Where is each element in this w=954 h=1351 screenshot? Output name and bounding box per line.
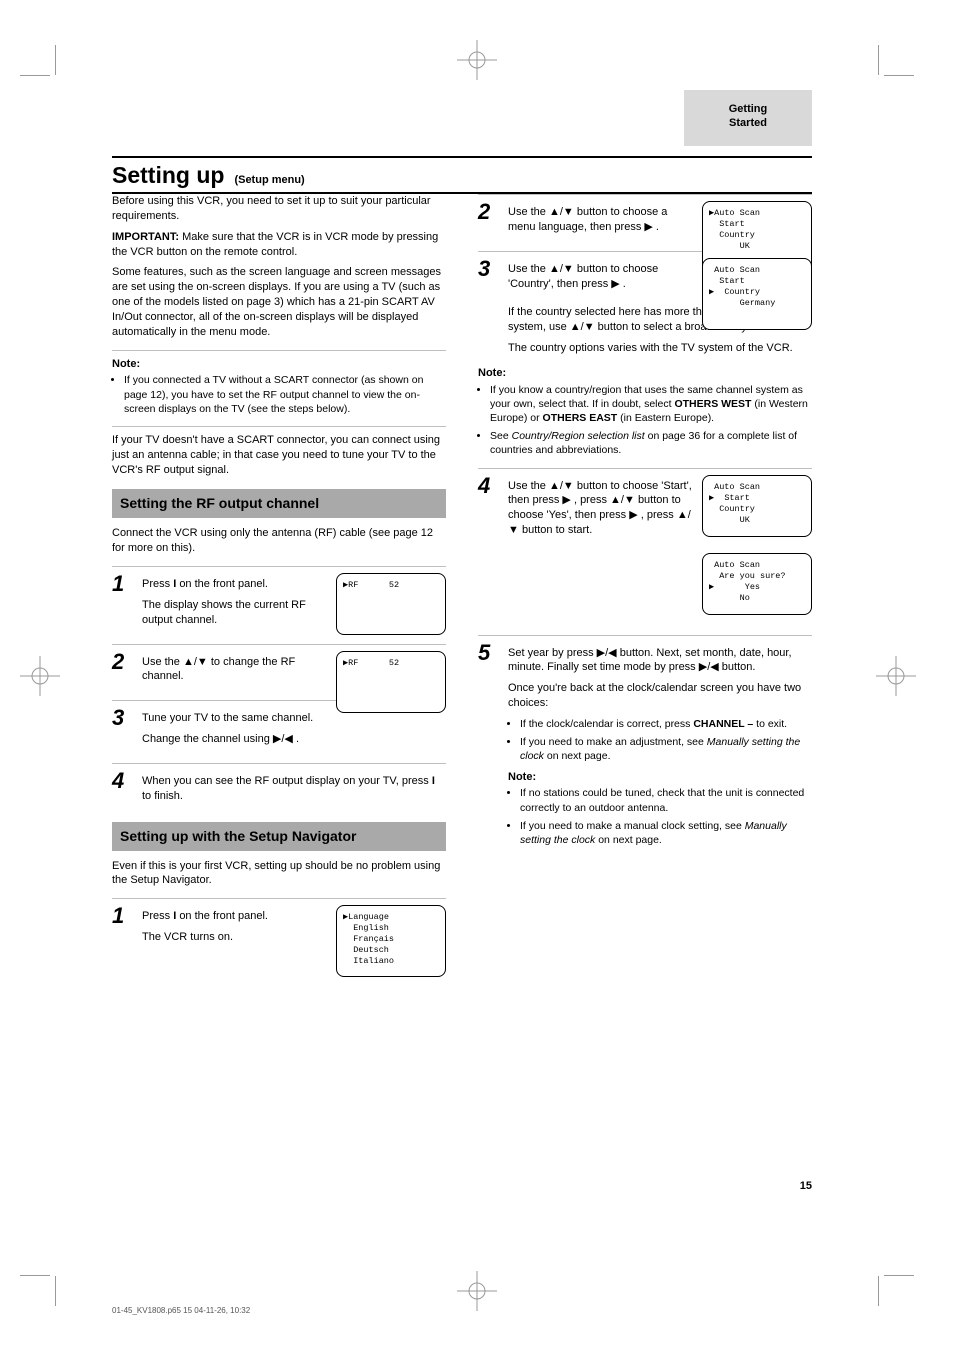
step-a3: 3 Tune your TV to the same channel. Chan… <box>112 707 446 753</box>
left-right-icon: ▶/◀ <box>699 661 719 673</box>
note-item: If you connected a TV without a SCART co… <box>124 373 446 416</box>
side-tab: Getting Started <box>684 90 812 146</box>
footer-metadata: 01-45_KV1808.p65 15 04-11-26, 10:32 <box>112 1306 250 1315</box>
step-a2: 2 Use the ▲/▼ to change the RF channel. … <box>112 651 446 691</box>
step-b3: 3 Use the ▲/▼ button to choose 'Country'… <box>478 258 812 298</box>
divider <box>112 426 446 427</box>
divider <box>112 350 446 351</box>
up-down-icon: ▲/▼ <box>549 263 574 275</box>
right-icon: ▶ <box>611 278 619 290</box>
up-down-icon: ▲/▼ <box>610 494 635 506</box>
step-a1: 1 Press I on the front panel. The displa… <box>112 573 446 634</box>
note-list: If you connected a TV without a SCART co… <box>112 373 446 416</box>
up-down-icon: ▲/▼ <box>549 480 574 492</box>
lcd-screen: ▶RF 52 <box>336 651 446 713</box>
divider <box>112 898 446 899</box>
note-item: If you know a country/region that uses t… <box>490 383 812 426</box>
divider <box>478 468 812 469</box>
section-b-header: Setting up with the Setup Navigator <box>112 822 446 851</box>
section-a-intro: Connect the VCR using only the antenna (… <box>112 526 446 556</box>
left-right-icon: ▶/◀ <box>273 733 293 745</box>
divider <box>112 566 446 567</box>
intro-p2: IMPORTANT: Make sure that the VCR is in … <box>112 230 446 260</box>
lcd-screen: ▶Language English Français Deutsch Itali… <box>336 905 446 977</box>
divider <box>478 194 812 195</box>
step-b4: 4 Use the ▲/▼ button to choose 'Start', … <box>478 475 812 625</box>
intro-p3: Some features, such as the screen langua… <box>112 265 446 339</box>
left-right-icon: ▶/◀ <box>597 647 617 659</box>
right-column: 2 Use the ▲/▼ button to choose a menu la… <box>478 194 812 955</box>
up-down-icon: ▲/▼ <box>549 206 574 218</box>
section-b-intro: Even if this is your first VCR, setting … <box>112 859 446 889</box>
divider <box>112 763 446 764</box>
right-icon: ▶ <box>562 494 570 506</box>
no-scart-para: If your TV doesn't have a SCART connecto… <box>112 433 446 478</box>
page-title: Setting up <box>112 162 224 189</box>
left-column: Before using this VCR, you need to set i… <box>112 194 446 955</box>
note-item: See Country/Region selection list on pag… <box>490 429 812 457</box>
step-b5: 5 Set year by press ▶/◀ button. Next, se… <box>478 642 812 851</box>
up-down-icon: ▲/▼ <box>183 656 208 668</box>
step-b2: 2 Use the ▲/▼ button to choose a menu la… <box>478 201 812 241</box>
tab-line1: Getting <box>684 102 812 116</box>
page-title-row: Setting up (Setup menu) <box>112 156 812 194</box>
intro-p1: Before using this VCR, you need to set i… <box>112 194 446 224</box>
note-heading: Note: <box>478 366 812 381</box>
note-list: If you know a country/region that uses t… <box>478 383 812 458</box>
lcd-screen: Auto Scan ▶ Start Country UK <box>702 475 812 537</box>
lcd-screen: Auto Scan Start ▶ Country Germany <box>702 258 812 330</box>
lcd-screen: ▶RF 52 <box>336 573 446 635</box>
step-b1: 1 Press I on the front panel. The VCR tu… <box>112 905 446 951</box>
page-subtitle: (Setup menu) <box>234 174 304 186</box>
step-a4: 4 When you can see the RF output display… <box>112 770 446 810</box>
section-a-header: Setting the RF output channel <box>112 489 446 518</box>
lcd-screen: Auto Scan Are you sure? ▶ Yes No <box>702 553 812 615</box>
note-heading: Note: <box>112 357 446 372</box>
right-icon: ▶ <box>629 509 637 521</box>
note-heading: Note: <box>508 770 812 785</box>
divider <box>112 644 446 645</box>
up-down-icon: ▲/▼ <box>570 321 595 333</box>
divider <box>478 635 812 636</box>
right-icon: ▶ <box>644 221 652 233</box>
tab-line2: Started <box>684 116 812 130</box>
